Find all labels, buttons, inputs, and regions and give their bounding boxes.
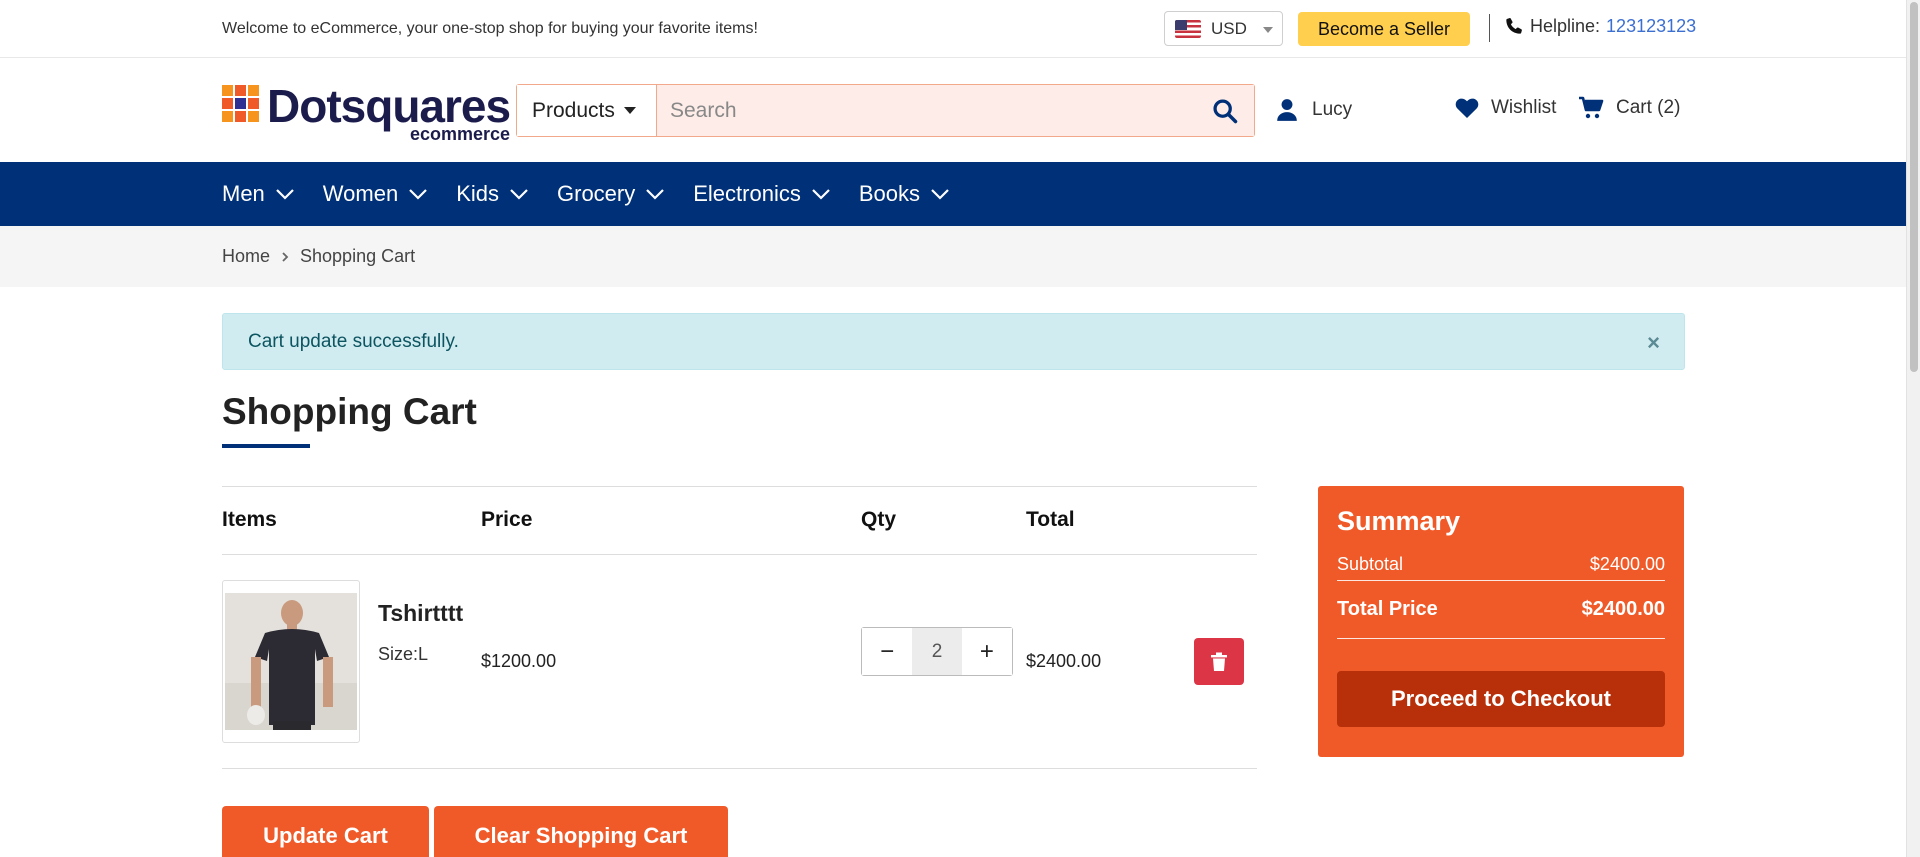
nav-item-books[interactable]: Books (859, 181, 950, 207)
subtotal-value: $2400.00 (1589, 554, 1665, 574)
chevron-down-icon (276, 189, 294, 200)
subtotal-label: Subtotal (1337, 554, 1404, 574)
line-total: $2400.00 (1026, 651, 1102, 671)
column-header-items: Items (222, 508, 277, 531)
top-bar: Welcome to eCommerce, your one-stop shop… (0, 0, 1920, 58)
currency-select[interactable]: USD (1164, 11, 1283, 46)
logo-brand: Dotsquares (267, 80, 511, 132)
column-header-total: Total (1026, 508, 1075, 531)
column-header-qty: Qty (861, 508, 897, 531)
order-summary: Summary Subtotal $2400.00 Total Price $2… (1318, 486, 1684, 757)
scrollbar-thumb[interactable] (1910, 2, 1918, 372)
caret-down-icon (623, 107, 636, 114)
heart-icon (1455, 98, 1479, 118)
divider (222, 554, 1257, 555)
nav-item-label: Grocery (557, 181, 636, 206)
delete-item-button[interactable] (1194, 638, 1244, 685)
total-value: $2400.00 (1581, 598, 1665, 620)
page-title: Shopping Cart (222, 391, 477, 432)
divider (222, 768, 1257, 769)
nav-item-label: Men (222, 181, 265, 206)
nav-item-electronics[interactable]: Electronics (693, 181, 831, 207)
us-flag-icon (1175, 19, 1201, 38)
welcome-message: Welcome to eCommerce, your one-stop shop… (222, 20, 758, 37)
nav-item-label: Kids (456, 181, 499, 206)
helpline-number[interactable]: 123123123 (1606, 16, 1696, 37)
breadcrumb-current: Shopping Cart (300, 246, 416, 266)
tshirt-photo (225, 593, 357, 730)
column-header-price: Price (481, 508, 533, 531)
product-name[interactable]: Tshirtttt (378, 600, 463, 627)
qty-increase-button[interactable]: + (961, 628, 1012, 675)
search-input[interactable] (657, 85, 1196, 136)
close-icon[interactable]: × (1647, 330, 1660, 356)
helpline: Helpline: 123123123 (1504, 15, 1696, 37)
qty-decrease-button[interactable]: − (862, 628, 913, 675)
search-icon (1213, 98, 1238, 123)
helpline-label: Helpline: (1530, 15, 1601, 36)
nav-item-grocery[interactable]: Grocery (557, 181, 665, 207)
user-name: Lucy (1312, 99, 1353, 120)
breadcrumb-home[interactable]: Home (222, 246, 270, 267)
chevron-down-icon (409, 189, 427, 200)
search-category-select[interactable]: Products (517, 85, 657, 136)
cart-icon (1579, 96, 1604, 119)
nav-item-men[interactable]: Men (222, 181, 295, 207)
nav-item-label: Women (322, 181, 399, 206)
chevron-down-icon (812, 189, 830, 200)
wishlist-link[interactable]: Wishlist (1455, 97, 1556, 119)
breadcrumb: Home Shopping Cart (0, 226, 1920, 287)
quantity-stepper: − 2 + (861, 627, 1013, 676)
logo-mark-icon (222, 85, 259, 122)
wishlist-label: Wishlist (1491, 97, 1557, 118)
nav-item-kids[interactable]: Kids (456, 181, 529, 207)
alert-message: Cart update successfully. (248, 330, 459, 352)
chevron-down-icon (646, 189, 665, 200)
product-price: $1200.00 (481, 651, 557, 671)
update-cart-button[interactable]: Update Cart (222, 806, 429, 857)
user-icon (1277, 99, 1297, 121)
site-header: Dotsquares ecommerce Products Lucy Wishl… (0, 58, 1920, 162)
main-nav: Men Women Kids Grocery Electronics Books (0, 162, 1920, 226)
success-alert: Cart update successfully. × (222, 313, 1685, 370)
phone-icon (1506, 18, 1522, 34)
total-label: Total Price (1337, 598, 1438, 620)
caret-down-icon (1263, 27, 1273, 33)
product-size: Size:L (378, 644, 429, 664)
logo[interactable]: Dotsquares ecommerce (222, 80, 511, 143)
divider (222, 486, 1257, 487)
chevron-down-icon (510, 189, 528, 200)
subtotal-row: Subtotal $2400.00 (1337, 549, 1665, 581)
currency-code: USD (1211, 18, 1247, 38)
product-image[interactable] (222, 580, 360, 743)
checkout-button[interactable]: Proceed to Checkout (1337, 671, 1665, 727)
cart-label: Cart (2) (1616, 97, 1681, 118)
summary-title: Summary (1337, 506, 1461, 536)
chevron-right-icon (282, 251, 289, 262)
total-row: Total Price $2400.00 (1337, 581, 1665, 639)
nav-item-women[interactable]: Women (323, 181, 428, 207)
title-underline (222, 444, 310, 448)
chevron-down-icon (931, 189, 949, 200)
search-bar: Products (516, 84, 1255, 137)
search-button[interactable] (1196, 85, 1254, 136)
become-seller-button[interactable]: Become a Seller (1298, 12, 1470, 46)
search-category-label: Products (532, 98, 615, 122)
divider (1489, 14, 1490, 42)
nav-item-label: Electronics (693, 181, 801, 206)
clear-cart-button[interactable]: Clear Shopping Cart (434, 806, 728, 857)
qty-value[interactable]: 2 (912, 628, 962, 675)
trash-icon (1211, 652, 1227, 671)
user-account[interactable]: Lucy (1276, 98, 1352, 122)
nav-item-label: Books (858, 181, 920, 206)
scrollbar[interactable] (1906, 0, 1920, 857)
cart-link[interactable]: Cart (2) (1578, 96, 1680, 120)
